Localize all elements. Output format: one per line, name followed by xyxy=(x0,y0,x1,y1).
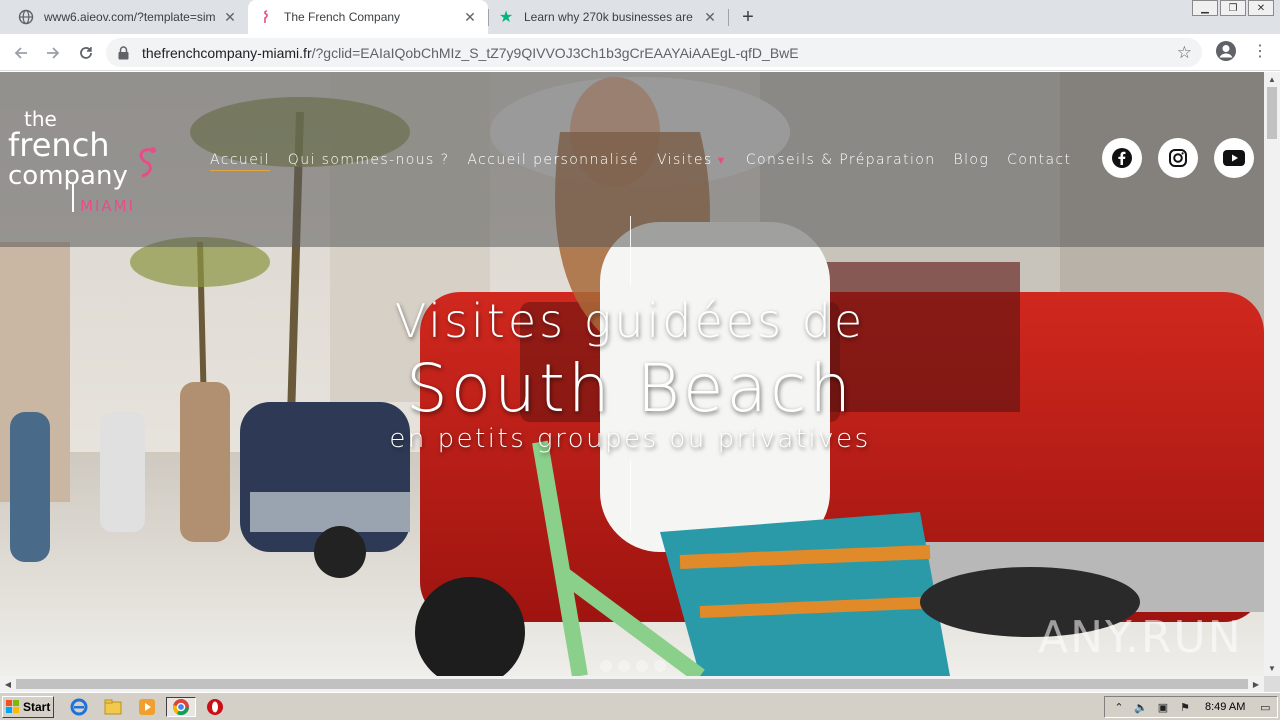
nav-visites[interactable]: Visites ▼ xyxy=(657,152,728,171)
hero-divider-bottom xyxy=(630,460,631,532)
opera-icon[interactable] xyxy=(204,697,226,717)
close-icon[interactable]: ✕ xyxy=(702,9,718,25)
nav-visites-label: Visites xyxy=(657,152,713,168)
window-controls: ▁ ❐ ✕ xyxy=(1190,0,1274,16)
logo-line-2: french xyxy=(8,126,110,164)
french-company-logo: the french company MIAMI xyxy=(8,107,156,215)
youtube-icon[interactable] xyxy=(1214,138,1254,178)
arrow-left-icon xyxy=(14,47,27,59)
hero-divider-top xyxy=(630,216,631,286)
tab-aieov[interactable]: www6.aieov.com/?template=simple& ✕ xyxy=(8,0,248,34)
browser-menu-icon[interactable]: ⋮ xyxy=(1252,42,1268,62)
scroll-thumb[interactable] xyxy=(16,679,1248,689)
start-label: Start xyxy=(23,700,51,714)
start-button[interactable]: Start xyxy=(2,696,54,718)
tab-title: The French Company xyxy=(284,10,401,24)
url-host: thefrenchcompany-miami.fr xyxy=(142,44,312,61)
system-tray: ⌃ 🔈 ▣ ⚑ 8:49 AM ▭ xyxy=(1104,696,1278,718)
scroll-up-icon[interactable]: ▲ xyxy=(1264,72,1280,87)
back-button[interactable] xyxy=(8,40,34,66)
nav-qui-sommes-nous[interactable]: Qui sommes-nous ? xyxy=(288,152,450,171)
url-path: /?gclid=EAIaIQobChMIz_S_tZ7y9QIVVOJ3Ch1b… xyxy=(311,44,799,61)
site-logo[interactable]: the french company MIAMI xyxy=(8,104,168,216)
nav-accueil-personnalise[interactable]: Accueil personnalisé xyxy=(467,152,639,171)
slider-dot[interactable] xyxy=(654,660,666,672)
vertical-scrollbar[interactable]: ▲ ▼ xyxy=(1264,72,1280,676)
close-icon[interactable]: ✕ xyxy=(462,9,478,25)
forward-button[interactable] xyxy=(40,40,66,66)
arrow-right-icon xyxy=(47,47,60,59)
restore-button[interactable]: ❐ xyxy=(1220,0,1246,16)
internet-explorer-icon[interactable] xyxy=(68,697,90,717)
main-navigation: Accueil Qui sommes-nous ? Accueil person… xyxy=(210,152,1089,171)
scroll-right-icon[interactable]: ▶ xyxy=(1248,676,1264,692)
hero-title-line-3: en petits groupes ou privatives xyxy=(389,424,871,454)
flamingo-icon xyxy=(258,9,274,25)
network-icon[interactable]: ▣ xyxy=(1155,699,1171,715)
nav-blog[interactable]: Blog xyxy=(954,152,990,171)
slider-pagination xyxy=(600,660,666,672)
tab-title: Learn why 270k businesses are usin xyxy=(524,10,696,24)
facebook-icon[interactable] xyxy=(1102,138,1142,178)
slider-dot[interactable] xyxy=(618,660,630,672)
new-tab-button[interactable]: + xyxy=(736,5,760,29)
horizontal-scrollbar[interactable]: ◀ ▶ xyxy=(0,676,1264,692)
taskbar-clock[interactable]: 8:49 AM xyxy=(1205,701,1245,713)
browser-toolbar: thefrenchcompany-miami.fr/?gclid=EAIaIQo… xyxy=(0,34,1280,71)
instagram-icon[interactable] xyxy=(1158,138,1198,178)
action-center-flag-icon[interactable]: ⚑ xyxy=(1177,699,1193,715)
close-window-button[interactable]: ✕ xyxy=(1248,0,1274,16)
bookmark-star-icon[interactable]: ☆ xyxy=(1177,43,1192,63)
tray-expand-icon[interactable]: ⌃ xyxy=(1111,699,1127,715)
nav-conseils-preparation[interactable]: Conseils & Préparation xyxy=(746,152,936,171)
tab-french-company[interactable]: The French Company ✕ xyxy=(248,0,488,34)
scroll-down-icon[interactable]: ▼ xyxy=(1264,661,1280,676)
profile-avatar-icon[interactable] xyxy=(1215,40,1237,62)
hero-title-line-1: Visites guidées de xyxy=(394,294,866,348)
tab-title: www6.aieov.com/?template=simple& xyxy=(44,10,216,24)
media-player-icon[interactable] xyxy=(136,697,158,717)
scroll-left-icon[interactable]: ◀ xyxy=(0,676,16,692)
anyrun-watermark: ANY.RUN xyxy=(1038,612,1243,663)
reload-button[interactable] xyxy=(73,40,99,66)
hero-title-line-2: South Beach xyxy=(405,350,855,427)
tab-learn[interactable]: ★ Learn why 270k businesses are usin ✕ xyxy=(488,0,728,34)
volume-icon[interactable]: 🔈 xyxy=(1133,699,1149,715)
minimize-button[interactable]: ▁ xyxy=(1192,0,1218,16)
slider-dot[interactable] xyxy=(636,660,648,672)
browser-tab-strip: www6.aieov.com/?template=simple& ✕ The F… xyxy=(0,0,1280,34)
page-viewport: the french company MIAMI Accueil Qui som… xyxy=(0,72,1264,676)
address-bar[interactable]: thefrenchcompany-miami.fr/?gclid=EAIaIQo… xyxy=(106,38,1202,67)
windows-taskbar: Start ⌃ 🔈 ▣ ⚑ 8:49 AM ▭ xyxy=(0,692,1280,720)
lock-icon xyxy=(118,45,130,60)
chrome-taskbar-icon[interactable] xyxy=(166,697,196,717)
nav-contact[interactable]: Contact xyxy=(1007,152,1071,171)
tab-separator xyxy=(728,9,729,26)
slider-dot[interactable] xyxy=(600,660,612,672)
windows-logo-icon xyxy=(6,700,19,713)
dropdown-caret-icon: ▼ xyxy=(715,154,728,167)
show-desktop-icon[interactable]: ▭ xyxy=(1257,699,1273,715)
close-icon[interactable]: ✕ xyxy=(222,9,238,25)
url-text: thefrenchcompany-miami.fr/?gclid=EAIaIQo… xyxy=(142,45,799,61)
globe-icon xyxy=(18,9,34,25)
reload-icon xyxy=(80,47,92,59)
star-icon: ★ xyxy=(498,9,514,26)
logo-line-4: MIAMI xyxy=(80,197,135,215)
file-explorer-icon[interactable] xyxy=(102,697,124,717)
logo-line-3: company xyxy=(8,161,128,191)
scrollbar-corner xyxy=(1264,676,1280,692)
scroll-thumb[interactable] xyxy=(1267,87,1277,139)
nav-accueil[interactable]: Accueil xyxy=(210,152,270,171)
